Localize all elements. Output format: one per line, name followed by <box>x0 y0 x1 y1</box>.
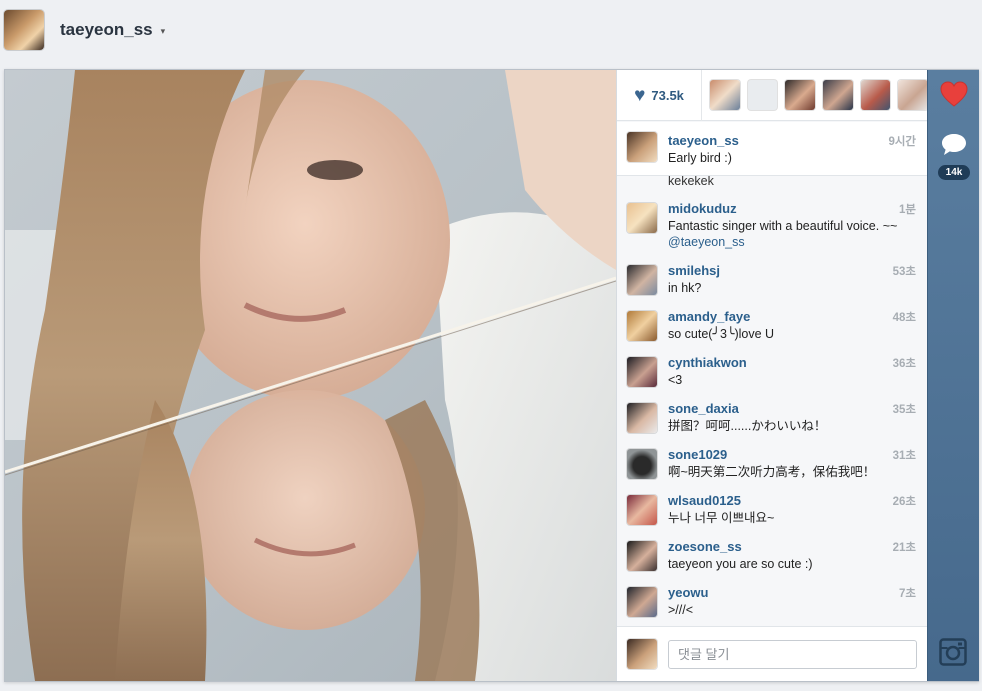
comment-count-badge: 14k <box>938 165 970 180</box>
avatar[interactable] <box>627 449 657 479</box>
avatar[interactable] <box>627 357 657 387</box>
liker-avatar[interactable] <box>860 80 891 110</box>
comment-username[interactable]: smilehsj <box>668 263 720 278</box>
header-avatar[interactable] <box>4 10 44 50</box>
comment-timestamp: 48초 <box>892 312 916 324</box>
comment-timestamp: 7초 <box>899 588 916 600</box>
comment-text: 拼图？呵呵......かわいいね！ <box>668 419 827 433</box>
comment-input[interactable] <box>668 640 917 669</box>
liker-avatar[interactable] <box>823 80 853 110</box>
comment-text: in hk? <box>668 281 702 295</box>
avatar[interactable] <box>627 132 657 162</box>
comment-username[interactable]: cynthiakwon <box>668 355 747 370</box>
chevron-down-icon[interactable]: ▾ <box>161 26 166 37</box>
comment-username[interactable]: amandy_faye <box>668 309 750 324</box>
comment-text: so cute(╯3╰)love U <box>668 327 775 341</box>
avatar[interactable] <box>627 495 657 525</box>
comment-timestamp: 26초 <box>892 496 916 508</box>
liker-avatar[interactable] <box>710 80 740 110</box>
likes-bar: ♥ 73.5k <box>617 69 928 121</box>
caption: taeyeon_ss 9시간 Early bird :) <box>617 122 928 176</box>
avatar[interactable] <box>627 265 657 295</box>
comment-timestamp: 21초 <box>892 542 916 554</box>
likes-count-label: 73.5k <box>651 87 684 103</box>
comment-username[interactable]: zoesone_ss <box>668 539 742 554</box>
comment-timestamp: 36초 <box>892 358 916 370</box>
likes-count[interactable]: ♥ 73.5k <box>617 69 703 121</box>
comments-panel: ♥ 73.5k taeyeon_ss 9시간 Early bird :) kek… <box>616 69 928 681</box>
comment-list[interactable]: kekekek midokuduz 1분 Fantastic singer wi… <box>617 176 928 626</box>
comment-composer <box>617 626 928 681</box>
comment-timestamp: 31초 <box>892 450 916 462</box>
heart-icon <box>940 81 968 107</box>
photo-card: ♥ 73.5k taeyeon_ss 9시간 Early bird :) kek… <box>4 69 979 682</box>
current-user-avatar <box>627 639 657 669</box>
comment-username[interactable]: sone1029 <box>668 447 727 462</box>
comment-text: >///< <box>668 603 694 617</box>
comment-username[interactable]: midokuduz <box>668 201 737 216</box>
photo[interactable] <box>5 70 616 681</box>
comment-username[interactable]: wlsaud0125 <box>668 493 741 508</box>
heart-icon: ♥ <box>634 84 646 106</box>
like-button[interactable] <box>928 70 980 118</box>
comment-timestamp: 35초 <box>892 404 916 416</box>
avatar[interactable] <box>627 403 657 433</box>
comment-text: <3 <box>668 373 683 387</box>
header-username[interactable]: taeyeon_ss <box>60 20 153 40</box>
comment-timestamp: 53초 <box>892 266 916 278</box>
comment-text: Fantastic singer with a beautiful voice.… <box>668 219 898 249</box>
camera-logo-icon[interactable] <box>939 638 967 671</box>
caption-username[interactable]: taeyeon_ss <box>668 133 739 148</box>
comment-button[interactable]: 14k <box>928 128 980 188</box>
avatar[interactable] <box>627 587 657 617</box>
comment-text: 누나 너무 이쁘내요~ <box>668 511 775 525</box>
comment-text: 啊~明天第二次听力高考，保佑我吧！ <box>668 465 876 479</box>
avatar[interactable] <box>627 203 657 233</box>
comment-username[interactable]: sone_daxia <box>668 401 739 416</box>
liker-avatar[interactable] <box>747 80 778 110</box>
avatar[interactable] <box>627 541 657 571</box>
caption-timestamp: 9시간 <box>888 136 916 148</box>
liker-avatar[interactable] <box>898 80 928 110</box>
caption-text: Early bird :) <box>668 151 732 165</box>
comment-username[interactable]: yeowu <box>668 585 708 600</box>
comment-text: taeyeon you are so cute :) <box>668 557 813 571</box>
profile-header: taeyeon_ss ▾ <box>0 0 982 60</box>
mention-link[interactable]: @taeyeon_ss <box>668 235 745 249</box>
speech-bubble-icon <box>942 134 966 155</box>
liker-avatar[interactable] <box>785 80 815 110</box>
photo-image <box>5 70 616 681</box>
truncated-comment-text: kekekek <box>668 176 714 188</box>
comment-timestamp: 1분 <box>899 204 916 216</box>
avatar[interactable] <box>627 311 657 341</box>
action-rail: 14k <box>927 70 979 681</box>
